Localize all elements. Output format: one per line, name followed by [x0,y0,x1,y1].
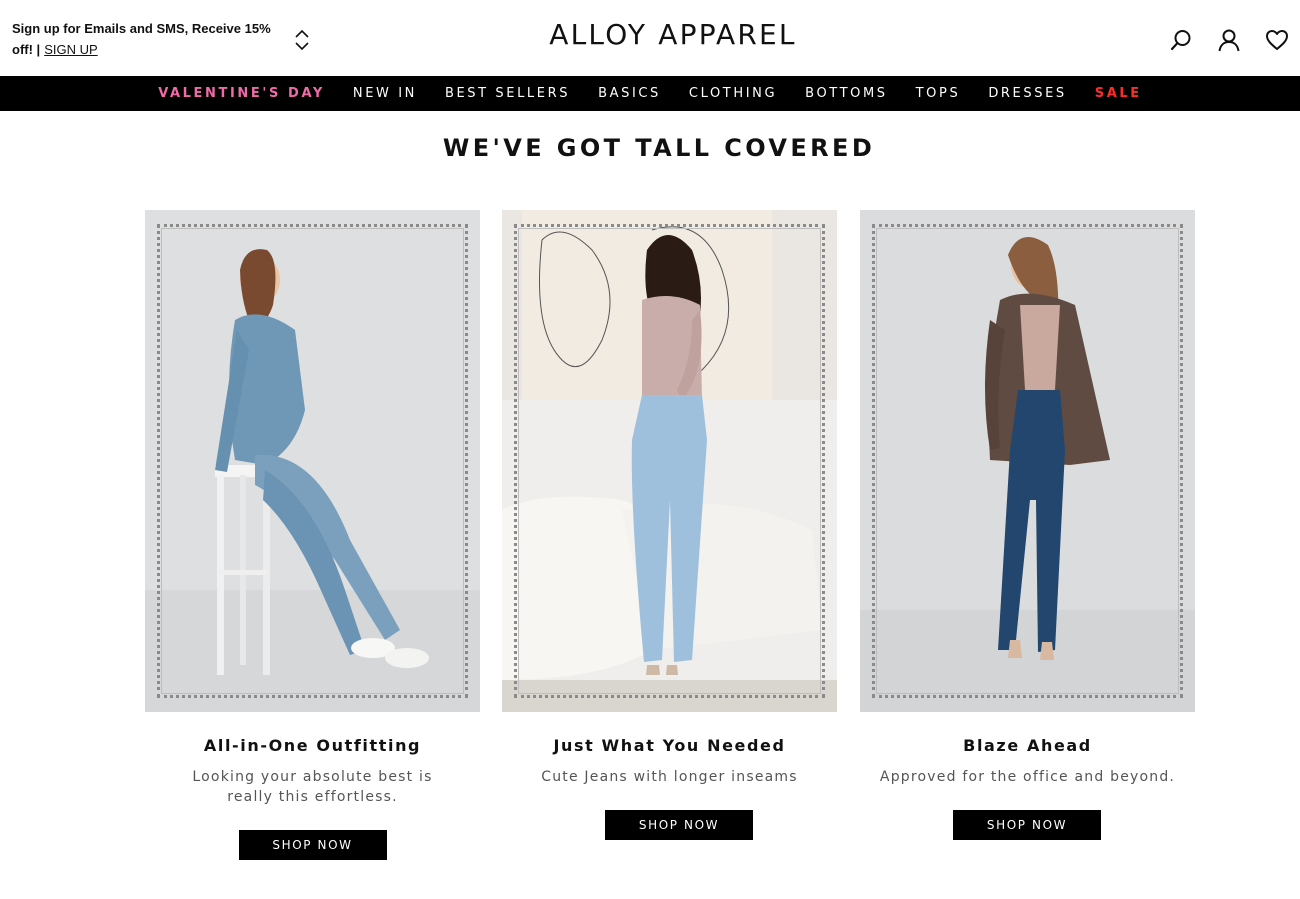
nav-item-tops[interactable]: TOPS [902,86,975,101]
card-description: Cute Jeans with longer inseams [541,769,798,785]
signup-link[interactable]: SIGN UP [44,42,97,57]
header-actions [1168,26,1290,54]
card-description: Approved for the office and beyond. [879,769,1176,785]
nav-item-best-sellers[interactable]: BEST SELLERS [431,86,584,101]
nav-item-new-in[interactable]: NEW IN [339,86,431,101]
card-image-jumpsuit[interactable] [145,210,480,712]
promo-card: All-in-One Outfitting Looking your absol… [145,210,480,860]
chevron-up-icon[interactable] [293,27,311,40]
card-image-blazer[interactable] [860,210,1195,712]
promo-card: Just What You Needed Cute Jeans with lon… [502,210,837,840]
site-header: Sign up for Emails and SMS, Receive 15% … [0,0,1300,76]
brand-logo[interactable]: ALLOY APPAREL [546,18,800,51]
card-title: Blaze Ahead [963,736,1092,755]
nav-item-sale[interactable]: SALE [1081,86,1156,101]
main-nav: VALENTINE'S DAY NEW IN BEST SELLERS BASI… [0,76,1300,111]
promo-card: Blaze Ahead Approved for the office and … [860,210,1195,840]
card-image-jeans[interactable] [502,210,837,712]
shop-now-button[interactable]: SHOP NOW [238,830,387,860]
promo-carousel-controls [293,27,311,55]
shop-now-button[interactable]: SHOP NOW [953,810,1101,840]
wishlist-heart-icon[interactable] [1264,27,1290,53]
card-title: All-in-One Outfitting [203,736,422,755]
nav-item-clothing[interactable]: CLOTHING [675,86,791,101]
promo-banner: Sign up for Emails and SMS, Receive 15% … [12,18,292,60]
card-title: Just What You Needed [553,736,786,755]
nav-item-dresses[interactable]: DRESSES [974,86,1080,101]
nav-item-bottoms[interactable]: BOTTOMS [791,86,901,101]
nav-item-basics[interactable]: BASICS [584,86,675,101]
shop-now-button[interactable]: SHOP NOW [605,810,753,840]
chevron-down-icon[interactable] [293,40,311,53]
nav-item-valentines-day[interactable]: VALENTINE'S DAY [144,86,339,101]
account-icon[interactable] [1216,27,1242,53]
search-icon[interactable] [1168,27,1194,53]
card-description: Looking your absolute best is really thi… [192,769,433,805]
section-title: WE'VE GOT TALL COVERED [442,134,876,162]
